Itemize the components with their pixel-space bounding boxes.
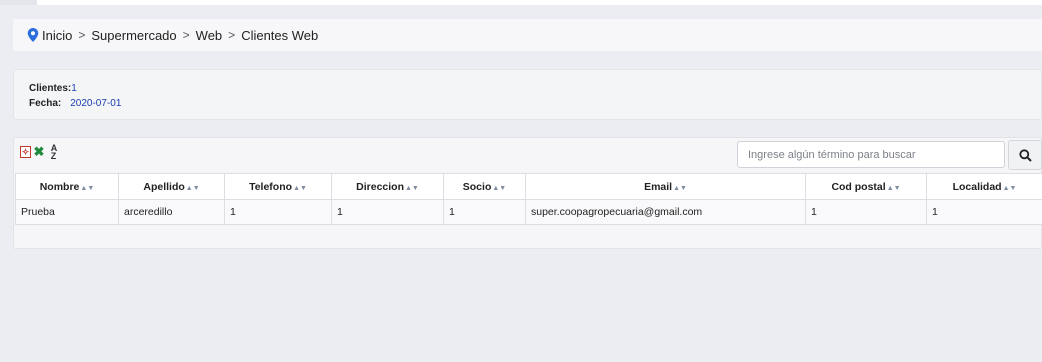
column-header-localidad[interactable]: Localidad▲▼ — [926, 173, 1042, 200]
column-header-cod-postal[interactable]: Cod postal▲▼ — [805, 173, 927, 200]
cell-cod-postal: 1 — [805, 199, 927, 225]
search-button[interactable] — [1008, 140, 1042, 170]
table-header-row: Nombre▲▼ Apellido▲▼ Telefono▲▼ Direccion… — [15, 173, 1042, 200]
fecha-label: Fecha: — [29, 98, 62, 109]
sort-arrows-icon[interactable]: ▲▼ — [1003, 185, 1017, 192]
sort-arrows-icon[interactable]: ▲▼ — [293, 185, 307, 192]
column-label: Apellido — [143, 180, 185, 193]
excel-export-icon[interactable]: ✖ — [32, 144, 46, 159]
clientes-row: Clientes:1 — [29, 83, 77, 94]
top-bar — [0, 0, 1042, 5]
breadcrumb: Inicio > Supermercado > Web > Clientes W… — [13, 19, 1042, 51]
column-header-socio[interactable]: Socio▲▼ — [443, 173, 526, 200]
map-pin-icon — [27, 28, 39, 42]
breadcrumb-web[interactable]: Web — [196, 28, 223, 43]
breadcrumb-separator: > — [182, 28, 190, 42]
column-label: Direccion — [356, 180, 404, 193]
cell-telefono: 1 — [224, 199, 332, 225]
column-header-apellido[interactable]: Apellido▲▼ — [118, 173, 225, 200]
cell-localidad: 1 — [926, 199, 1042, 225]
column-label: Localidad — [952, 180, 1002, 193]
breadcrumb-separator: > — [78, 28, 86, 42]
column-header-direccion[interactable]: Direccion▲▼ — [331, 173, 444, 200]
cell-apellido: arceredillo — [118, 199, 225, 225]
breadcrumb-current: Clientes Web — [241, 27, 319, 43]
fecha-row: Fecha: 2020-07-01 — [29, 98, 121, 109]
column-header-nombre[interactable]: Nombre▲▼ — [15, 173, 119, 200]
column-header-email[interactable]: Email▲▼ — [525, 173, 806, 200]
sort-arrows-icon[interactable]: ▲▼ — [673, 185, 687, 192]
summary-panel: Clientes:1 Fecha: 2020-07-01 — [13, 69, 1042, 120]
sort-arrows-icon[interactable]: ▲▼ — [186, 185, 200, 192]
breadcrumb-separator: > — [228, 28, 236, 42]
breadcrumb-supermercado[interactable]: Supermercado — [91, 28, 176, 43]
column-label: Nombre — [39, 180, 80, 193]
export-toolbar: ✧ ✖ AZ — [20, 144, 61, 161]
clientes-value: 1 — [71, 83, 77, 94]
clients-table: Nombre▲▼ Apellido▲▼ Telefono▲▼ Direccion… — [15, 173, 1042, 225]
column-label: Telefono — [249, 180, 293, 193]
breadcrumb-home[interactable]: Inicio — [42, 28, 72, 43]
cell-nombre: Prueba — [15, 199, 119, 225]
column-header-telefono[interactable]: Telefono▲▼ — [224, 173, 332, 200]
sort-arrows-icon[interactable]: ▲▼ — [80, 185, 94, 192]
pdf-export-icon[interactable]: ✧ — [20, 146, 31, 158]
cell-socio: 1 — [443, 199, 526, 225]
fecha-value: 2020-07-01 — [70, 98, 122, 109]
sort-az-icon[interactable]: AZ — [47, 144, 61, 161]
sort-arrows-icon[interactable]: ▲▼ — [492, 185, 506, 192]
column-label: Email — [644, 180, 673, 193]
sort-arrows-icon[interactable]: ▲▼ — [887, 185, 901, 192]
cell-direccion: 1 — [331, 199, 444, 225]
search-input[interactable] — [737, 141, 1005, 168]
cell-email: super.coopagropecuaria@gmail.com — [525, 199, 806, 225]
clients-panel: ✧ ✖ AZ Nombre▲▼ Apellido▲▼ Telefono▲▼ Di… — [13, 137, 1042, 249]
search-icon — [1018, 148, 1032, 162]
table-row[interactable]: Prueba arceredillo 1 1 1 super.coopagrop… — [15, 199, 1042, 225]
top-tab[interactable] — [0, 0, 37, 5]
column-label: Socio — [462, 180, 492, 193]
clientes-label: Clientes: — [29, 83, 72, 94]
sort-arrows-icon[interactable]: ▲▼ — [405, 185, 419, 192]
column-label: Cod postal — [831, 180, 886, 193]
